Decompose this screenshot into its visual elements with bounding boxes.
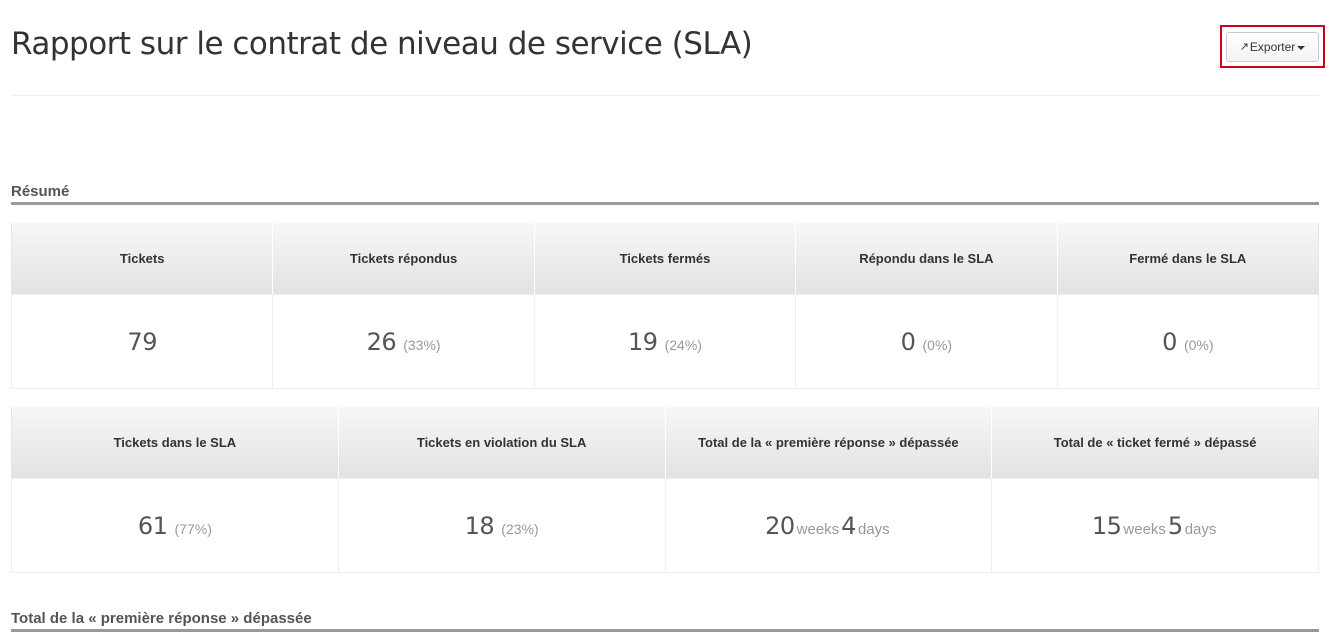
column-header: Tickets fermés (533, 223, 797, 295)
stat-cell-answered-within-sla: 0 (0%) (795, 294, 1058, 389)
caret-down-icon (1297, 46, 1306, 50)
days-unit: days (857, 521, 890, 538)
stat-percent: (24%) (664, 337, 702, 353)
stat-value: 0 (900, 328, 916, 356)
export-label: Exporter (1249, 40, 1296, 54)
stat-percent: (33%) (403, 337, 441, 353)
stat-value: 26 (366, 328, 397, 356)
column-header: Fermé dans le SLA (1056, 223, 1320, 295)
stat-value: 19 (627, 328, 658, 356)
column-header: Tickets en violation du SLA (337, 407, 666, 479)
export-highlight: ↗︎ Exporter (1220, 25, 1325, 68)
stat-value: 79 (127, 328, 157, 356)
summary-stats-table-2: Tickets dans le SLA Tickets en violation… (11, 407, 1319, 573)
column-header: Tickets (10, 223, 274, 295)
column-header: Tickets répondus (272, 223, 535, 295)
column-header: Tickets dans le SLA (11, 407, 339, 479)
stat-value: 61 (137, 512, 168, 540)
stat-cell-tickets-violating-sla: 18 (23%) (337, 478, 666, 573)
summary-stats-table-1: Tickets Tickets répondus Tickets fermés … (10, 223, 1320, 389)
column-header: Répondu dans le SLA (795, 223, 1058, 295)
days-unit: days (1184, 521, 1217, 538)
column-header: Total de la « première réponse » dépassé… (664, 407, 993, 479)
stat-cell-first-response-overdue: 20 weeks4 days (664, 478, 993, 573)
export-dropdown-button[interactable]: ↗︎ Exporter (1226, 32, 1319, 62)
stat-value: 18 (464, 512, 495, 540)
summary-heading: Résumé (11, 183, 1319, 205)
page-header: Rapport sur le contrat de niveau de serv… (11, 0, 1325, 96)
stat-cell-closed-within-sla: 0 (0%) (1056, 294, 1320, 389)
page-title: Rapport sur le contrat de niveau de serv… (11, 26, 753, 62)
stat-percent: (0%) (922, 337, 953, 353)
stat-percent: (23%) (501, 521, 539, 537)
weeks-unit: weeks (1123, 521, 1166, 538)
column-header: Total de « ticket fermé » dépassé (991, 407, 1319, 479)
stat-percent: (0%) (1183, 337, 1214, 353)
sla-report-page: Rapport sur le contrat de niveau de serv… (0, 0, 1330, 639)
stat-percent: (77%) (174, 521, 212, 537)
weeks-value: 15 (1091, 512, 1122, 540)
days-value: 4 (841, 512, 856, 540)
weeks-unit: weeks (796, 521, 840, 538)
stat-cell-tickets-in-sla: 61 (77%) (11, 478, 339, 573)
days-value: 5 (1167, 512, 1183, 540)
weeks-value: 20 (765, 512, 795, 540)
stat-cell-tickets-answered: 26 (33%) (272, 294, 535, 389)
stat-cell-tickets: 79 (10, 294, 274, 389)
share-icon: ↗︎ (1239, 40, 1249, 53)
stat-cell-tickets-closed: 19 (24%) (533, 294, 797, 389)
stat-value: 0 (1162, 328, 1177, 356)
stat-cell-ticket-closed-overdue: 15 weeks5 days (991, 478, 1319, 573)
first-response-overdue-heading: Total de la « première réponse » dépassé… (11, 610, 1319, 632)
